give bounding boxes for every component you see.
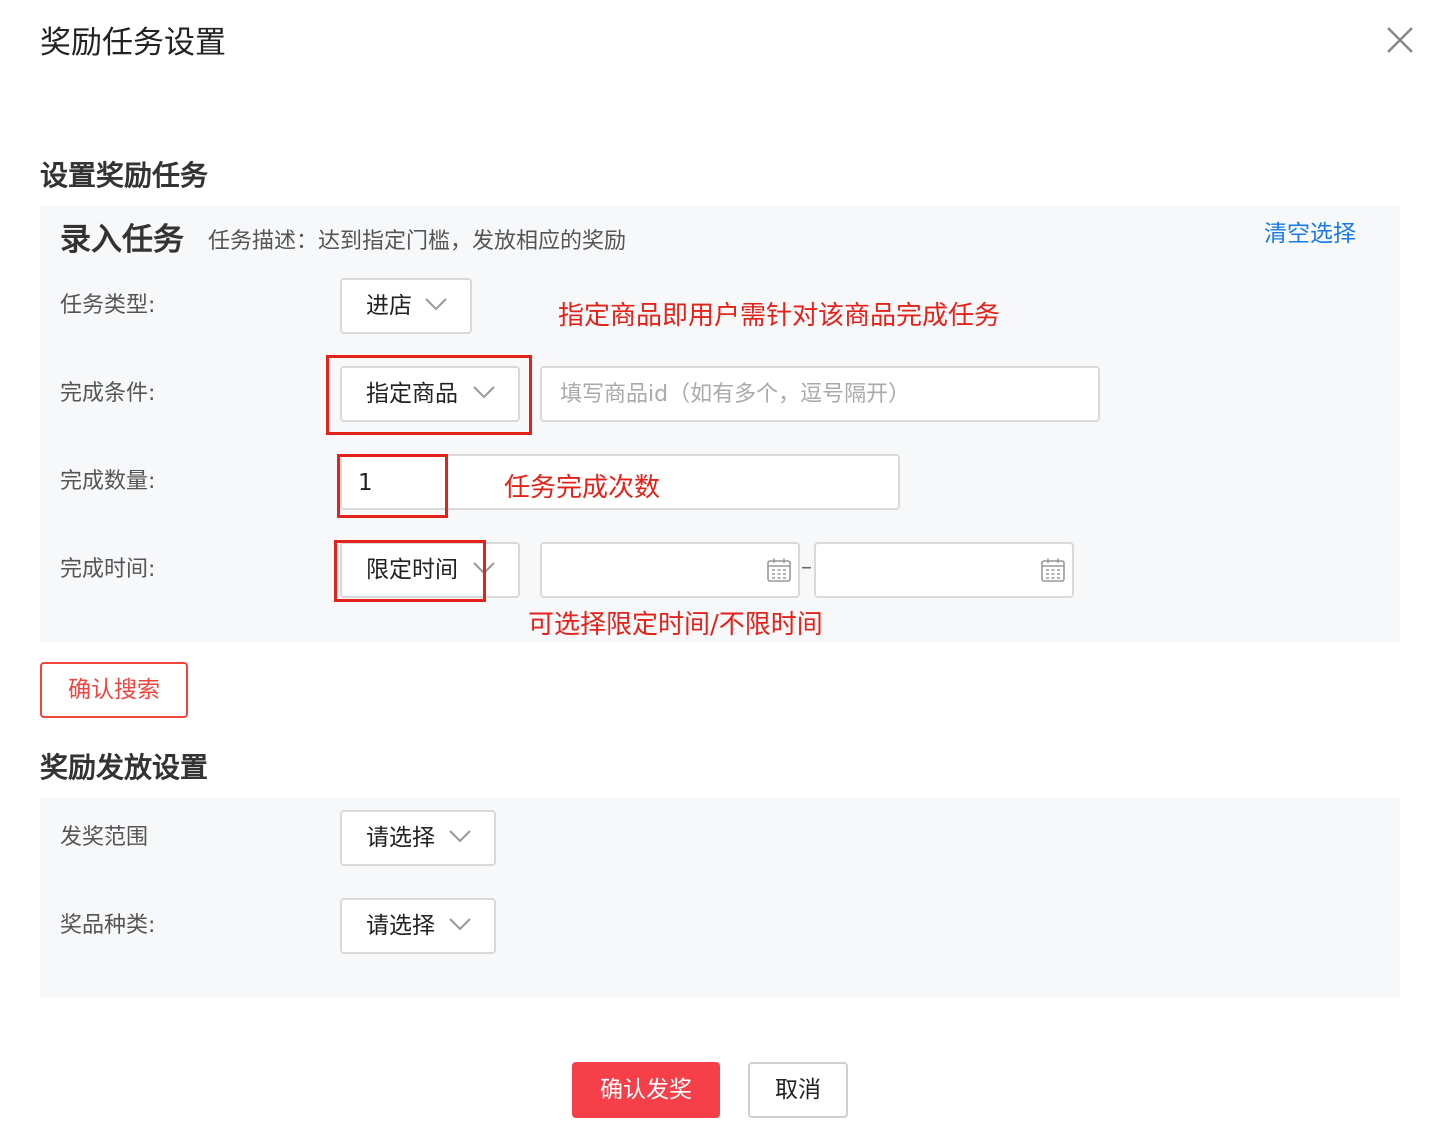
calendar-icon[interactable] [1040,557,1066,583]
time-annotation: 可选择限定时间/不限时间 [528,610,823,640]
time-label: 完成时间: [60,557,156,582]
chevron-down-icon [449,830,471,843]
reward-scope-select[interactable]: 请选择 [340,810,496,866]
quantity-label: 完成数量: [60,469,156,494]
chevron-down-icon [425,298,447,311]
clear-selection-link[interactable]: 清空选择 [1264,219,1356,249]
close-icon [1387,27,1413,53]
task-description: 任务描述：达到指定门槛，发放相应的奖励 [208,229,627,254]
confirm-award-button[interactable]: 确认发奖 [572,1062,720,1118]
product-id-input[interactable]: 填写商品id（如有多个，逗号隔开） [540,366,1100,422]
annotation-frame-condition [326,355,532,435]
calendar-icon[interactable] [766,557,792,583]
quantity-annotation: 任务完成次数 [504,473,661,503]
reward-section-title: 奖励发放设置 [40,751,209,784]
date-range-separator: – [801,555,812,580]
start-date-input[interactable] [540,542,800,598]
reward-scope-value: 请选择 [366,825,435,851]
condition-label: 完成条件: [60,381,156,406]
reward-scope-label: 发奖范围 [60,825,149,850]
close-button[interactable] [1382,22,1418,58]
task-type-select[interactable]: 进店 [340,278,472,334]
confirm-search-button[interactable]: 确认搜索 [40,662,188,718]
cancel-button[interactable]: 取消 [748,1062,848,1118]
reward-kind-select[interactable]: 请选择 [340,898,496,954]
task-type-label: 任务类型: [60,293,156,318]
chevron-down-icon [449,918,471,931]
task-heading: 录入任务 [60,222,184,258]
task-section-title: 设置奖励任务 [40,159,209,192]
reward-panel [40,798,1400,998]
reward-kind-value: 请选择 [366,913,435,939]
dialog-title: 奖励任务设置 [40,25,226,61]
reward-kind-label: 奖品种类: [60,913,156,938]
annotation-frame-time [334,540,486,602]
condition-annotation: 指定商品即用户需针对该商品完成任务 [558,301,1001,331]
annotation-frame-quantity [337,454,448,518]
end-date-input[interactable] [814,542,1074,598]
product-id-placeholder: 填写商品id（如有多个，逗号隔开） [560,382,911,407]
task-type-value: 进店 [366,293,412,319]
